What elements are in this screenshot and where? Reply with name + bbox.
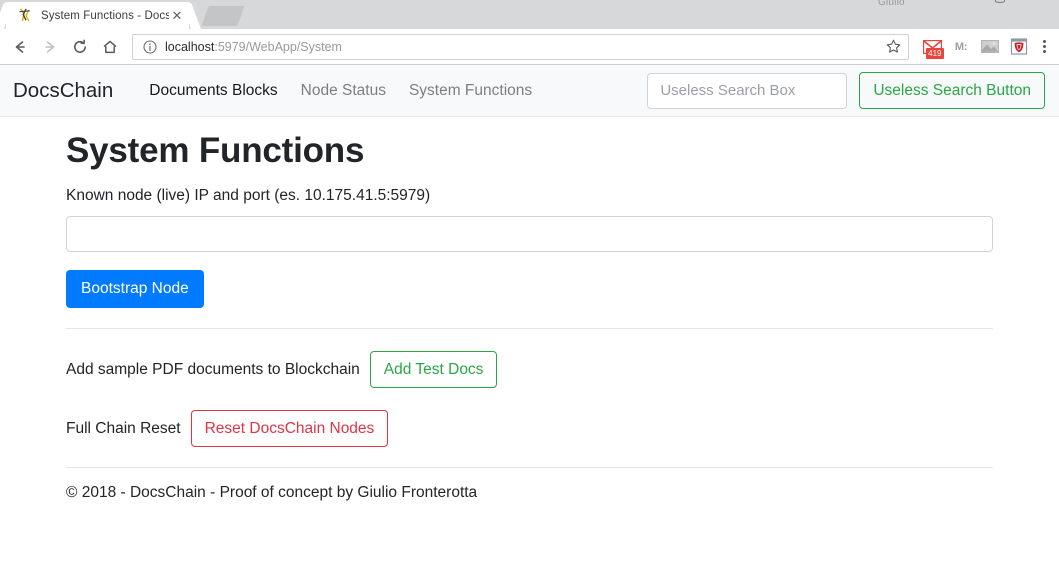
momentum-icon-label: M: (955, 41, 967, 53)
three-dot-menu-icon[interactable] (1035, 34, 1053, 60)
gmail-icon[interactable]: 419 (919, 34, 945, 60)
back-button[interactable] (6, 33, 34, 61)
nav-links: Documents Blocks Node Status System Func… (149, 82, 532, 100)
reload-button[interactable] (66, 33, 94, 61)
gmail-unread-badge: 419 (926, 48, 943, 59)
search-input[interactable] (647, 73, 847, 109)
page-container: System Functions Known node (live) IP an… (0, 131, 1059, 502)
add-test-docs-button[interactable]: Add Test Docs (370, 351, 498, 388)
web-page: DocsChain Documents Blocks Node Status S… (0, 65, 1059, 578)
docschain-favicon (18, 8, 34, 23)
shield-icon[interactable] (1006, 34, 1032, 60)
extension-icons: 419 M: (913, 34, 1053, 60)
url-text: localhost:5979/WebApp/System (165, 40, 885, 54)
browser-chrome: Giulio ▢ ✕ System Functions - DocsC ✕ (0, 0, 1059, 65)
bootstrap-node-button[interactable]: Bootstrap Node (66, 270, 204, 308)
address-bar[interactable]: localhost:5979/WebApp/System (132, 34, 909, 60)
reset-chain-row: Full Chain Reset Reset DocsChain Nodes (66, 410, 993, 447)
screenshot-icon[interactable] (977, 34, 1003, 60)
url-host: localhost (165, 40, 214, 54)
profile-name-label: Giulio (878, 0, 905, 8)
browser-toolbar: localhost:5979/WebApp/System 419 M: (0, 29, 1059, 65)
home-button[interactable] (96, 33, 124, 61)
reset-chain-button[interactable]: Reset DocsChain Nodes (191, 410, 389, 447)
navbar-search-area: Useless Search Button (647, 72, 1045, 109)
momentum-icon[interactable]: M: (948, 34, 974, 60)
tab-strip: Giulio ▢ ✕ System Functions - DocsC ✕ (0, 0, 1059, 29)
brand-logo[interactable]: DocsChain (13, 79, 113, 103)
minimize-button[interactable]: ▢ (994, 0, 1006, 3)
node-input-label: Known node (live) IP and port (es. 10.17… (66, 187, 993, 205)
nav-link-documents-blocks[interactable]: Documents Blocks (149, 82, 277, 100)
footer-text: © 2018 - DocsChain - Proof of concept by… (66, 484, 993, 502)
star-icon[interactable] (885, 38, 902, 55)
info-icon[interactable] (143, 40, 157, 54)
node-address-input[interactable] (66, 216, 993, 252)
tab-close-icon[interactable]: ✕ (169, 8, 185, 24)
new-tab-button[interactable] (201, 6, 244, 26)
url-path: :5979/WebApp/System (214, 40, 342, 54)
add-test-docs-row: Add sample PDF documents to Blockchain A… (66, 351, 993, 388)
site-navbar: DocsChain Documents Blocks Node Status S… (0, 65, 1059, 117)
browser-tab[interactable]: System Functions - DocsC ✕ (6, 2, 189, 29)
nav-link-system-functions[interactable]: System Functions (409, 82, 532, 100)
search-button[interactable]: Useless Search Button (859, 72, 1045, 109)
forward-button[interactable] (36, 33, 64, 61)
divider-footer (66, 467, 993, 468)
add-test-docs-label: Add sample PDF documents to Blockchain (66, 361, 360, 379)
page-title: System Functions (66, 131, 993, 171)
divider-top (66, 328, 993, 329)
close-button[interactable]: ✕ (1040, 0, 1051, 3)
window-controls: ▢ ✕ (994, 0, 1051, 3)
tab-title: System Functions - DocsC (41, 10, 169, 22)
reset-chain-label: Full Chain Reset (66, 420, 181, 438)
nav-link-node-status[interactable]: Node Status (301, 82, 386, 100)
